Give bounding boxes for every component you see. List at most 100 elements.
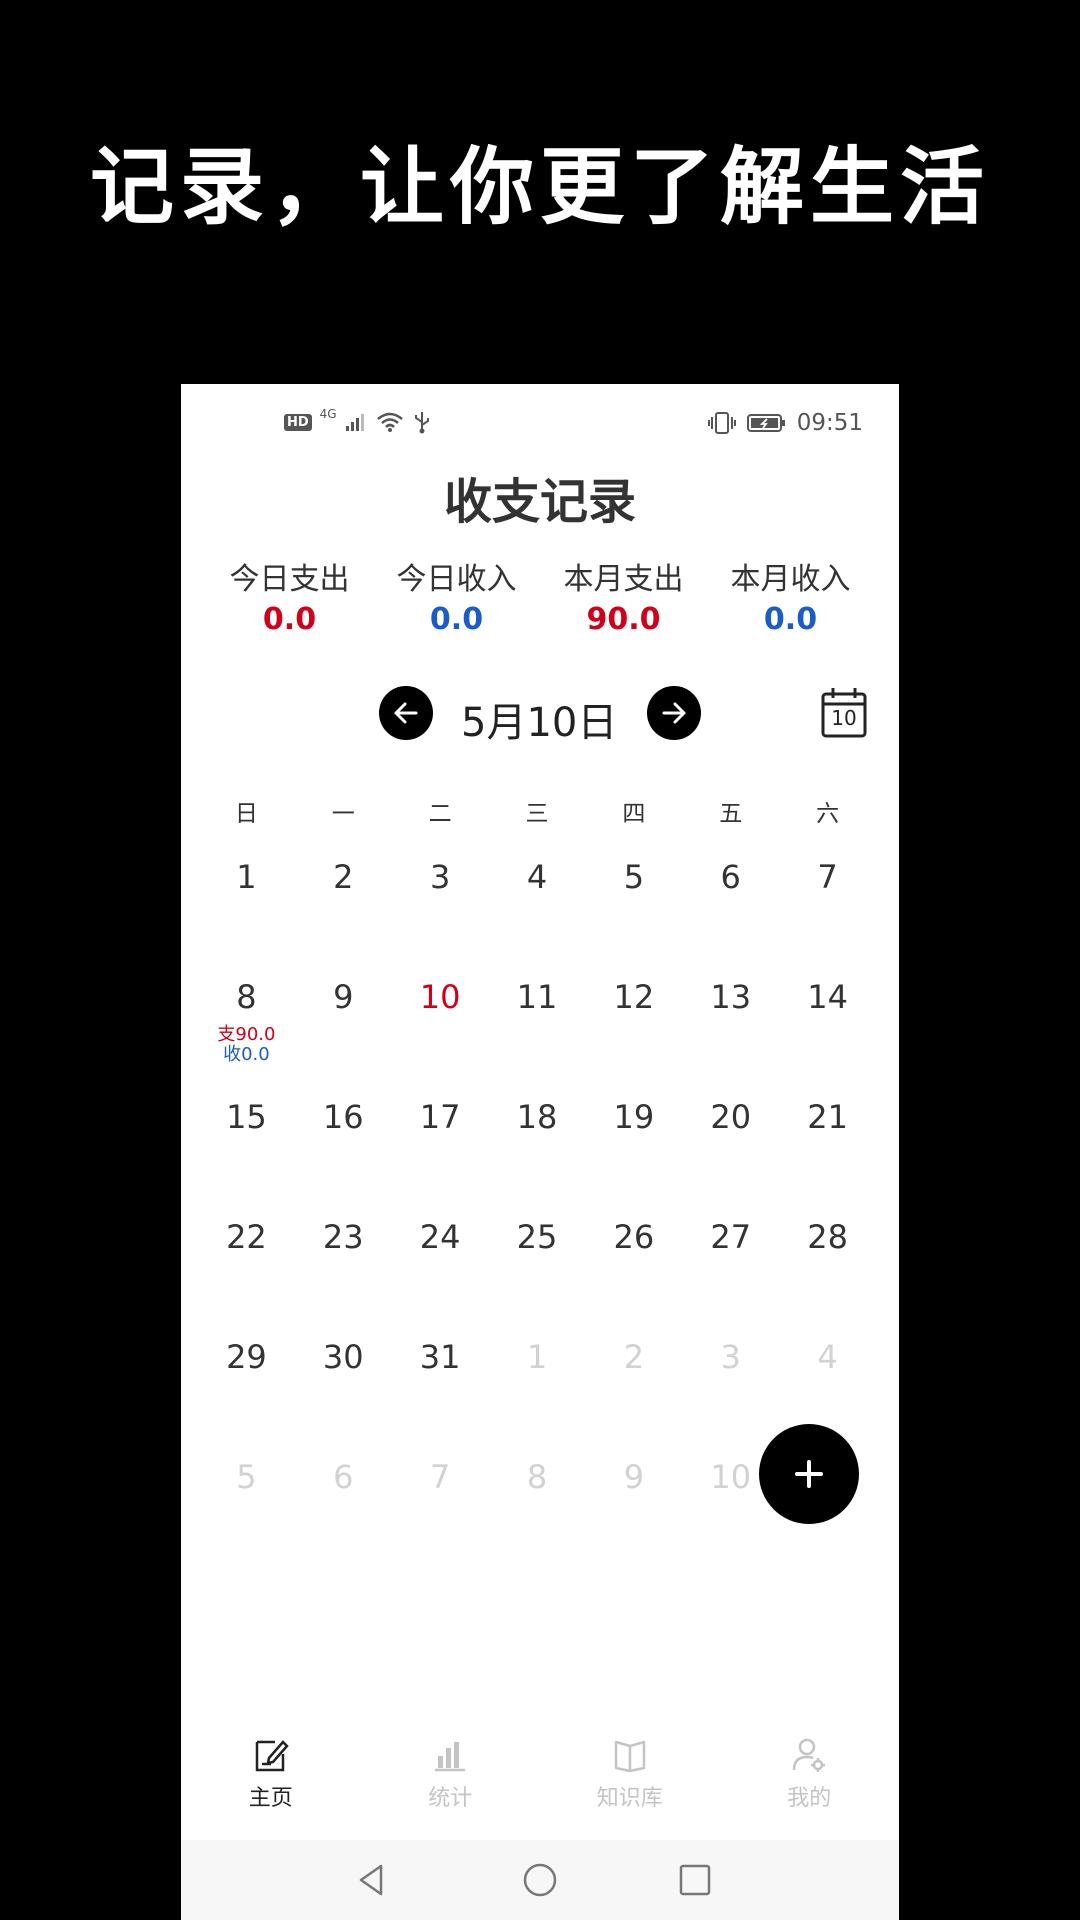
- day-number: 11: [516, 978, 558, 1016]
- day-number: 3: [429, 858, 451, 896]
- calendar-day-today[interactable]: 10: [392, 978, 489, 1098]
- hd-badge: HD: [284, 413, 312, 431]
- network-type: 4G: [319, 407, 337, 421]
- plus-icon: [795, 1460, 823, 1488]
- calendar-day[interactable]: 23: [295, 1218, 392, 1338]
- current-date[interactable]: 5月10日: [461, 690, 617, 748]
- calendar-picker-button[interactable]: 10: [821, 686, 867, 738]
- calendar-day[interactable]: 16: [295, 1098, 392, 1218]
- promo-headline: 记录，让你更了解生活: [89, 137, 990, 236]
- day-number: 17: [419, 1098, 461, 1136]
- calendar-day[interactable]: 20: [682, 1098, 779, 1218]
- calendar-day-adjacent-month[interactable]: 9: [585, 1458, 682, 1578]
- weekday-label: 五: [719, 801, 743, 827]
- day-number: 27: [710, 1218, 752, 1256]
- tab-knowledge[interactable]: 知识库: [540, 1728, 720, 1840]
- calendar-day[interactable]: 24: [392, 1218, 489, 1338]
- day-number: 22: [226, 1218, 267, 1256]
- bottom-tab-bar: 主页 统计 知识库 我的: [181, 1728, 899, 1840]
- day-number: 7: [817, 858, 838, 896]
- calendar-day[interactable]: 21: [779, 1098, 876, 1218]
- day-number: 4: [526, 858, 548, 896]
- calendar-day[interactable]: 7: [779, 858, 876, 978]
- day-number: 8: [526, 1458, 548, 1496]
- calendar-day-adjacent-month[interactable]: 6: [295, 1458, 392, 1578]
- prev-day-button[interactable]: [379, 686, 433, 740]
- summary-value: 0.0: [262, 602, 317, 637]
- home-icon[interactable]: [520, 1860, 560, 1900]
- day-number: 10: [419, 978, 461, 1016]
- day-number: 23: [322, 1218, 364, 1256]
- calendar-day[interactable]: 30: [295, 1338, 392, 1458]
- calendar-day-adjacent-month[interactable]: 3: [682, 1338, 779, 1458]
- day-number: 29: [226, 1338, 267, 1376]
- calendar-day-adjacent-month[interactable]: 2: [585, 1338, 682, 1458]
- bar-chart-icon: [435, 1742, 466, 1772]
- vibrate-icon: [707, 412, 736, 434]
- calendar-day[interactable]: 27: [682, 1218, 779, 1338]
- day-number: 1: [526, 1338, 548, 1376]
- calendar-day-adjacent-month[interactable]: 5: [198, 1458, 295, 1578]
- calendar-day[interactable]: 31: [392, 1338, 489, 1458]
- recents-icon[interactable]: [675, 1860, 715, 1900]
- summary-value: 0.0: [429, 602, 484, 637]
- calendar-day-adjacent-month[interactable]: 1: [489, 1338, 586, 1458]
- day-income: 收0.0: [223, 1044, 270, 1065]
- weekday-label: 一: [331, 801, 355, 827]
- calendar-day[interactable]: 26: [585, 1218, 682, 1338]
- calendar-day[interactable]: 28: [779, 1218, 876, 1338]
- user-settings-icon: [793, 1738, 826, 1772]
- calendar-day[interactable]: 8 支90.0 收0.0: [198, 978, 295, 1098]
- calendar-day[interactable]: 4: [489, 858, 586, 978]
- calendar-day[interactable]: 3: [392, 858, 489, 978]
- calendar-week-row: 15 16 17 18 19 20 21: [198, 1098, 876, 1218]
- day-number: 28: [807, 1218, 848, 1256]
- day-number: 15: [226, 1098, 267, 1136]
- calendar-day[interactable]: 9: [295, 978, 392, 1098]
- weekday-header: 日 一 二 三 四 五 六: [198, 794, 876, 828]
- wifi-icon: [376, 412, 403, 432]
- calendar-day[interactable]: 19: [585, 1098, 682, 1218]
- calendar-week-row: 1 2 3 4 5 6 7: [198, 858, 876, 978]
- calendar-day[interactable]: 12: [585, 978, 682, 1098]
- tab-stats[interactable]: 统计: [361, 1728, 541, 1840]
- calendar-day[interactable]: 22: [198, 1218, 295, 1338]
- calendar-day[interactable]: 14: [779, 978, 876, 1098]
- summary-label: 今日支出: [229, 562, 350, 597]
- tab-label: 主页: [248, 1786, 293, 1811]
- battery-icon: [746, 414, 785, 432]
- book-icon: [614, 1740, 645, 1773]
- calendar-day[interactable]: 11: [489, 978, 586, 1098]
- summary-value: 0.0: [763, 602, 818, 637]
- day-number: 5: [623, 858, 645, 896]
- day-number: 18: [516, 1098, 558, 1136]
- day-number: 31: [419, 1338, 461, 1376]
- next-day-button[interactable]: [647, 686, 701, 740]
- day-number: 3: [720, 1338, 741, 1376]
- add-record-button[interactable]: [759, 1424, 859, 1524]
- calendar-day[interactable]: 25: [489, 1218, 586, 1338]
- day-number: 19: [613, 1098, 655, 1136]
- calendar-day-adjacent-month[interactable]: 8: [489, 1458, 586, 1578]
- tab-home[interactable]: 主页: [181, 1728, 361, 1840]
- calendar-icon-day: 10: [831, 706, 857, 730]
- calendar-day[interactable]: 15: [198, 1098, 295, 1218]
- signal-icon: [345, 414, 364, 431]
- edit-note-icon: [255, 1740, 289, 1772]
- weekday-label: 二: [428, 801, 452, 827]
- calendar-day[interactable]: 18: [489, 1098, 586, 1218]
- day-number: 4: [817, 1338, 838, 1376]
- calendar-day[interactable]: 2: [295, 858, 392, 978]
- day-number: 6: [333, 1458, 354, 1496]
- calendar-day[interactable]: 6: [682, 858, 779, 978]
- calendar-day-adjacent-month[interactable]: 7: [392, 1458, 489, 1578]
- day-number: 2: [623, 1338, 645, 1376]
- calendar-day[interactable]: 1: [198, 858, 295, 978]
- calendar-day[interactable]: 17: [392, 1098, 489, 1218]
- calendar-day[interactable]: 5: [585, 858, 682, 978]
- calendar-day[interactable]: 29: [198, 1338, 295, 1458]
- calendar-week-row: 8 支90.0 收0.0 9 10 11 12 13 14: [198, 978, 876, 1098]
- calendar-day[interactable]: 13: [682, 978, 779, 1098]
- tab-mine[interactable]: 我的: [720, 1728, 900, 1840]
- back-icon[interactable]: [351, 1860, 391, 1900]
